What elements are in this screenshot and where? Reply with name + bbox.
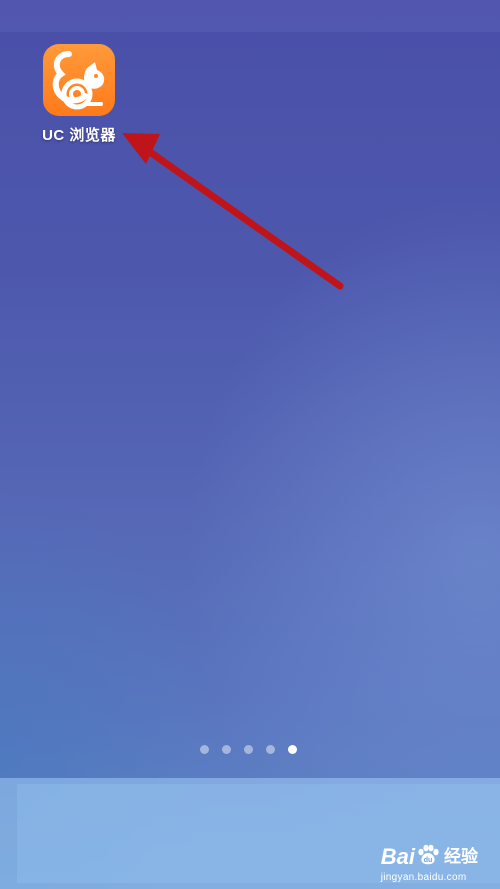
baidu-jingyan-watermark: Bai du du 经验 jingyan.baidu.com <box>381 844 478 883</box>
page-dot-3[interactable] <box>244 745 253 754</box>
svg-text:du: du <box>424 857 433 864</box>
page-dot-2[interactable] <box>222 745 231 754</box>
page-dot-4[interactable] <box>266 745 275 754</box>
baidu-paw-icon: du <box>416 844 440 870</box>
page-dot-1[interactable] <box>200 745 209 754</box>
watermark-brand-part-1: Bai <box>380 844 415 869</box>
page-dot-5-active[interactable] <box>288 745 297 754</box>
watermark-suffix: 经验 <box>444 847 478 866</box>
arrow-head-icon <box>122 133 160 164</box>
page-indicator <box>200 745 297 757</box>
watermark-url: jingyan.baidu.com <box>380 872 467 883</box>
